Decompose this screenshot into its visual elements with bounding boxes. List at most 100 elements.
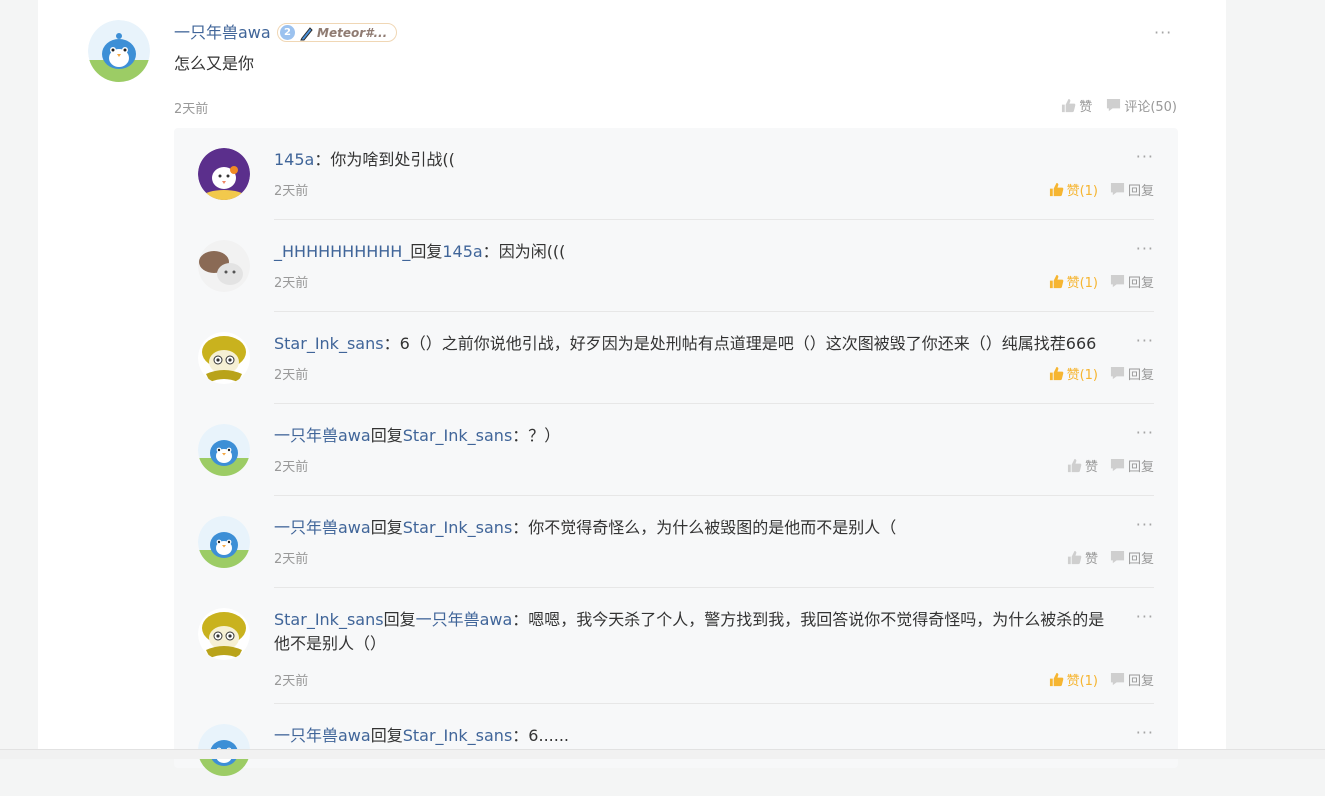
reply-more-icon[interactable]: ··· [1136, 609, 1154, 625]
reply-time: 2天前 [274, 460, 309, 475]
comment-icon [1107, 98, 1121, 112]
reply-actions: 赞(1) 回复 [1049, 670, 1154, 689]
reply-avatar[interactable] [198, 240, 250, 292]
reply-button[interactable]: 回复 [1110, 548, 1154, 567]
reply-content: 你不觉得奇怪么，为什么被毁图的是他而不是别人（ [528, 518, 897, 537]
reply-actions: 赞(1) 回复 [1049, 364, 1154, 383]
reply-text: 一只年兽awa回复Star_Ink_sans：？） [274, 424, 1119, 448]
reply-username[interactable]: 一只年兽awa [274, 726, 371, 745]
reply-item: 一只年兽awa回复Star_Ink_sans：你不觉得奇怪么，为什么被毁图的是他… [174, 496, 1178, 588]
reply-text: 一只年兽awa回复Star_Ink_sans：你不觉得奇怪么，为什么被毁图的是他… [274, 516, 1119, 540]
pen-icon [300, 26, 313, 40]
reply-time: 2天前 [274, 184, 309, 199]
thumbs-up-icon [1049, 182, 1063, 197]
comment-icon [1110, 550, 1125, 564]
post-content: 怎么又是你 [174, 54, 255, 73]
reply-colon: ： [512, 726, 529, 745]
reply-more-icon[interactable]: ··· [1136, 725, 1154, 741]
reply-time: 2天前 [274, 276, 309, 291]
reply-like-label: 赞(1) [1066, 184, 1098, 199]
post-time: 2天前 [174, 102, 209, 117]
thumbs-up-icon [1062, 98, 1076, 113]
comment-icon [1110, 366, 1125, 380]
reply-more-icon[interactable]: ··· [1136, 517, 1154, 533]
reply-button[interactable]: 回复 [1110, 364, 1154, 383]
comment-icon [1110, 182, 1125, 196]
reply-colon: ： [512, 426, 529, 445]
reply-like-button[interactable]: 赞(1) [1049, 180, 1098, 199]
reply-button[interactable]: 回复 [1110, 670, 1154, 689]
level-badge: 2 [280, 25, 295, 40]
reply-like-button[interactable]: 赞 [1067, 456, 1098, 475]
comment-icon [1110, 274, 1125, 288]
reply-more-icon[interactable]: ··· [1136, 425, 1154, 441]
reply-to-username[interactable]: 145a [442, 242, 482, 261]
reply-more-icon[interactable]: ··· [1136, 241, 1154, 257]
reply-item: 145a：你为啥到处引战(( ··· 2天前 赞(1) 回复 [174, 128, 1178, 220]
post-more-icon[interactable]: ··· [1154, 25, 1172, 41]
reply-avatar[interactable] [198, 332, 250, 384]
reply-button-label: 回复 [1127, 674, 1154, 689]
reply-button[interactable]: 回复 [1110, 272, 1154, 291]
author-badge[interactable]: 2 Meteor#... [277, 23, 397, 42]
reply-to-username[interactable]: 一只年兽awa [416, 610, 513, 629]
reply-username[interactable]: Star_Ink_sans [274, 610, 384, 629]
thumbs-up-icon [1067, 550, 1082, 565]
reply-username[interactable]: Star_Ink_sans [274, 334, 384, 353]
thumbs-up-icon [1049, 672, 1063, 687]
reply-text: _HHHHHHHHHH_回复145a：因为闲((( [274, 240, 1119, 264]
reply-word: 回复 [370, 726, 403, 745]
reply-like-button[interactable]: 赞 [1067, 548, 1098, 567]
reply-username[interactable]: 一只年兽awa [274, 426, 371, 445]
reply-avatar[interactable] [198, 608, 250, 660]
reply-username[interactable]: 一只年兽awa [274, 518, 371, 537]
reply-avatar[interactable] [198, 424, 250, 476]
reply-time: 2天前 [274, 552, 309, 567]
reply-actions: 赞(1) 回复 [1049, 272, 1154, 291]
reply-content: 6（）之前你说他引战，好歹因为是处刑帖有点道理是吧（）这次图被毁了你还来（）纯属… [399, 334, 1097, 353]
reply-like-button[interactable]: 赞(1) [1049, 364, 1098, 383]
reply-text: Star_Ink_sans：6（）之前你说他引战，好歹因为是处刑帖有点道理是吧（… [274, 332, 1119, 356]
reply-time: 2天前 [274, 674, 309, 689]
reply-like-label: 赞(1) [1066, 276, 1098, 291]
reply-to-username[interactable]: Star_Ink_sans [403, 726, 513, 745]
post-comment-button[interactable]: 评论(50) [1106, 96, 1177, 115]
reply-to-username[interactable]: Star_Ink_sans [403, 518, 513, 537]
reply-colon: ： [482, 242, 499, 261]
comment-icon [1110, 458, 1125, 472]
reply-like-label: 赞 [1084, 460, 1098, 475]
reply-more-icon[interactable]: ··· [1136, 149, 1154, 165]
reply-actions: 赞 回复 [1067, 456, 1154, 475]
badge-text: Meteor#... [317, 25, 388, 40]
reply-avatar[interactable] [198, 148, 250, 200]
reply-like-button[interactable]: 赞(1) [1049, 272, 1098, 291]
thumbs-up-icon [1049, 366, 1063, 381]
reply-time: 2天前 [274, 368, 309, 383]
reply-avatar[interactable] [198, 516, 250, 568]
reply-button[interactable]: 回复 [1110, 180, 1154, 199]
post-author-avatar[interactable] [88, 20, 150, 82]
reply-actions: 赞 回复 [1067, 548, 1154, 567]
reply-like-label: 赞(1) [1066, 674, 1098, 689]
post-author-name[interactable]: 一只年兽awa [174, 22, 271, 44]
reply-word: 回复 [383, 610, 416, 629]
reply-colon: ： [314, 150, 331, 169]
reply-word: 回复 [410, 242, 443, 261]
reply-item: Star_Ink_sans回复一只年兽awa：嗯嗯，我今天杀了个人，警方找到我，… [174, 588, 1178, 704]
reply-content: 你为啥到处引战(( [330, 150, 455, 169]
post-comment-label: 评论(50) [1124, 100, 1177, 115]
reply-username[interactable]: _HHHHHHHHHH_ [274, 242, 410, 261]
reply-username[interactable]: 145a [274, 150, 314, 169]
reply-text: 145a：你为啥到处引战(( [274, 148, 1119, 172]
reply-like-label: 赞 [1084, 552, 1098, 567]
reply-colon: ： [512, 610, 529, 629]
reply-text: Star_Ink_sans回复一只年兽awa：嗯嗯，我今天杀了个人，警方找到我，… [274, 608, 1119, 656]
reply-to-username[interactable]: Star_Ink_sans [403, 426, 513, 445]
reply-like-button[interactable]: 赞(1) [1049, 670, 1098, 689]
reply-list: 145a：你为啥到处引战((··· 2天前 赞(1) 回复 _HHHHHHHHHH_回复… [174, 128, 1178, 776]
reply-actions: 赞(1) 回复 [1049, 180, 1154, 199]
reply-word: 回复 [370, 426, 403, 445]
post-like-button[interactable]: 赞 [1061, 96, 1092, 115]
reply-button[interactable]: 回复 [1110, 456, 1154, 475]
reply-more-icon[interactable]: ··· [1136, 333, 1154, 349]
